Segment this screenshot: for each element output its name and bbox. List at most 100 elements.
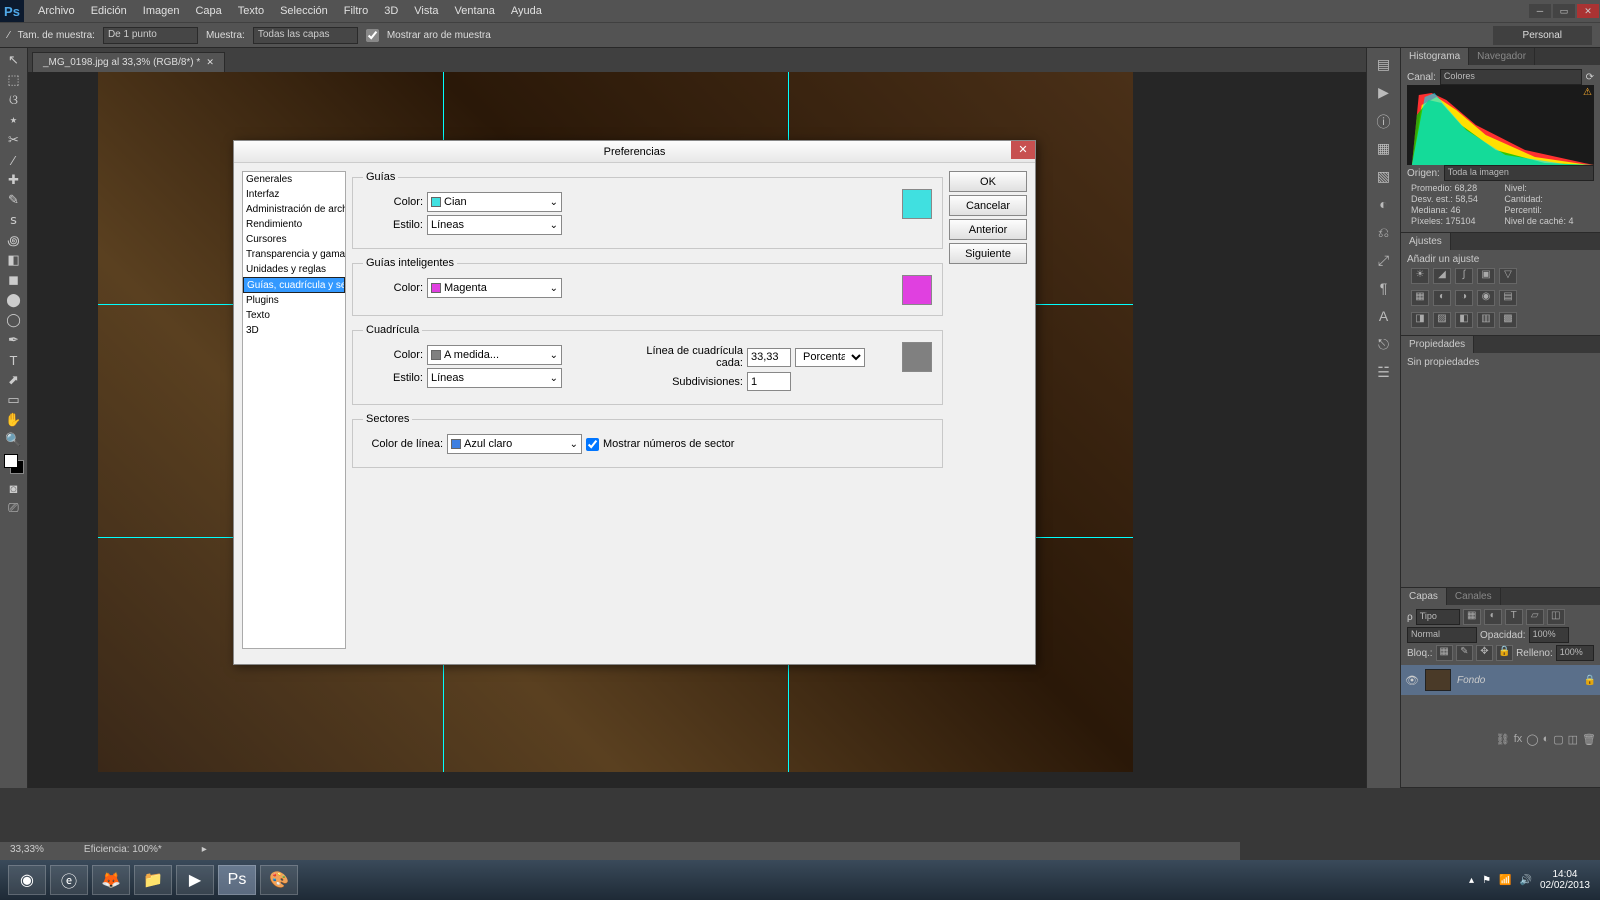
menu-ayuda[interactable]: Ayuda: [503, 5, 550, 17]
canal-select[interactable]: Colores: [1440, 69, 1582, 85]
path-tool-icon[interactable]: ⬈: [2, 370, 26, 390]
filter-text-icon[interactable]: T: [1505, 609, 1523, 625]
info-icon[interactable]: ⓘ: [1374, 112, 1394, 132]
side-cursores[interactable]: Cursores: [243, 232, 345, 247]
adj-photo-icon[interactable]: ◉: [1477, 290, 1495, 306]
side-unidades[interactable]: Unidades y reglas: [243, 262, 345, 277]
taskbar-media-icon[interactable]: ▶: [176, 865, 214, 895]
grid-unit-select[interactable]: Porcentaje: [795, 348, 865, 367]
menu-ventana[interactable]: Ventana: [447, 5, 503, 17]
quickmask-icon[interactable]: ◙: [2, 478, 26, 498]
mask-icon[interactable]: ◯: [1526, 733, 1538, 746]
wand-tool-icon[interactable]: ⭑: [2, 110, 26, 130]
adj-gradient-icon[interactable]: ▥: [1477, 312, 1495, 328]
tray-flag-icon[interactable]: ⚑: [1482, 875, 1491, 886]
opt-muestra-select[interactable]: Todas las capas: [253, 27, 358, 44]
channels-icon[interactable]: ⎌: [1374, 224, 1394, 244]
menu-capa[interactable]: Capa: [187, 5, 229, 17]
side-plugins[interactable]: Plugins: [243, 293, 345, 308]
taskbar-ie-icon[interactable]: ⓔ: [50, 865, 88, 895]
start-button[interactable]: ◉: [8, 865, 46, 895]
lasso-tool-icon[interactable]: ଓ: [2, 90, 26, 110]
color-swatches[interactable]: [4, 454, 24, 474]
new-layer-icon[interactable]: ◫: [1568, 733, 1578, 746]
brush-tool-icon[interactable]: ✎: [2, 190, 26, 210]
smart-preview[interactable]: [902, 275, 932, 305]
color-icon[interactable]: ▧: [1374, 168, 1394, 188]
workspace-switcher[interactable]: Personal: [1493, 26, 1592, 45]
zoom-tool-icon[interactable]: 🔍: [2, 430, 26, 450]
window-minimize[interactable]: ─: [1529, 4, 1551, 18]
tab-histograma[interactable]: Histograma: [1401, 48, 1469, 65]
gradient-tool-icon[interactable]: ◼: [2, 270, 26, 290]
guias-color-select[interactable]: Cian: [427, 192, 562, 212]
adj-levels-icon[interactable]: ◢: [1433, 268, 1451, 284]
stamp-tool-icon[interactable]: ꜱ: [2, 210, 26, 230]
fx-icon[interactable]: fx: [1514, 733, 1523, 746]
side-3d[interactable]: 3D: [243, 323, 345, 338]
fill-input[interactable]: 100%: [1556, 645, 1594, 661]
guias-preview[interactable]: [902, 189, 932, 219]
side-texto[interactable]: Texto: [243, 308, 345, 323]
styles-icon[interactable]: ◐: [1374, 196, 1394, 216]
grid-preview[interactable]: [902, 342, 932, 372]
adjustment-icon[interactable]: ◐: [1543, 733, 1550, 746]
taskbar-explorer-icon[interactable]: 📁: [134, 865, 172, 895]
layer-row-fondo[interactable]: 👁 Fondo 🔒: [1401, 665, 1600, 695]
grid-estilo-select[interactable]: Líneas: [427, 368, 562, 388]
filter-pixel-icon[interactable]: ▦: [1463, 609, 1481, 625]
ok-button[interactable]: OK: [949, 171, 1027, 192]
menu-filtro[interactable]: Filtro: [336, 5, 376, 17]
prev-button[interactable]: Anterior: [949, 219, 1027, 240]
crop-tool-icon[interactable]: ✂: [2, 130, 26, 150]
status-chevron-icon[interactable]: ▸: [202, 844, 207, 858]
opacity-input[interactable]: 100%: [1529, 627, 1569, 643]
tab-navegador[interactable]: Navegador: [1469, 48, 1535, 65]
tray-clock[interactable]: 14:0402/02/2013: [1540, 869, 1590, 891]
menu-vista[interactable]: Vista: [406, 5, 446, 17]
eyedropper-icon[interactable]: ⁄: [8, 30, 10, 41]
lock-paint-icon[interactable]: ✎: [1456, 645, 1473, 661]
guias-estilo-select[interactable]: Líneas: [427, 215, 562, 235]
grid-sub-input[interactable]: [747, 372, 791, 391]
adj-bw-icon[interactable]: ◑: [1455, 290, 1473, 306]
grid-color-select[interactable]: A medida...: [427, 345, 562, 365]
filter-smart-icon[interactable]: ◫: [1547, 609, 1565, 625]
adj-mixer-icon[interactable]: ▤: [1499, 290, 1517, 306]
layer-thumbnail[interactable]: [1425, 669, 1451, 691]
side-guias[interactable]: Guías, cuadrícula y sectores: [243, 277, 345, 293]
side-transparencia[interactable]: Transparencia y gama: [243, 247, 345, 262]
type-tool-icon[interactable]: T: [2, 350, 26, 370]
dialog-close-button[interactable]: ✕: [1011, 141, 1035, 159]
marquee-tool-icon[interactable]: ⬚: [2, 70, 26, 90]
glyphs-icon[interactable]: ⎋: [1374, 336, 1394, 356]
taskbar-paint-icon[interactable]: 🎨: [260, 865, 298, 895]
dodge-tool-icon[interactable]: ◯: [2, 310, 26, 330]
group-icon[interactable]: ▢: [1553, 733, 1563, 746]
link-icon[interactable]: ⛓: [1496, 733, 1510, 746]
menu-3d[interactable]: 3D: [376, 5, 406, 17]
filter-adj-icon[interactable]: ◐: [1484, 609, 1502, 625]
tab-propiedades[interactable]: Propiedades: [1401, 336, 1474, 353]
slices-show-check[interactable]: [586, 438, 599, 451]
paths-icon[interactable]: ⤢: [1374, 252, 1394, 272]
tab-capas[interactable]: Capas: [1401, 588, 1447, 605]
taskbar-firefox-icon[interactable]: 🦊: [92, 865, 130, 895]
tray-chevron-icon[interactable]: ▴: [1469, 875, 1474, 886]
tray-volume-icon[interactable]: 🔊: [1519, 875, 1531, 886]
eraser-tool-icon[interactable]: ◧: [2, 250, 26, 270]
trash-icon[interactable]: 🗑: [1582, 733, 1596, 746]
lock-all-icon[interactable]: 🔒: [1496, 645, 1513, 661]
adj-curves-icon[interactable]: ∫: [1455, 268, 1473, 284]
side-rendimiento[interactable]: Rendimiento: [243, 217, 345, 232]
hand-tool-icon[interactable]: ✋: [2, 410, 26, 430]
blur-tool-icon[interactable]: ⬤: [2, 290, 26, 310]
adj-threshold-icon[interactable]: ◧: [1455, 312, 1473, 328]
cancel-button[interactable]: Cancelar: [949, 195, 1027, 216]
actions-play-icon[interactable]: ▶: [1374, 84, 1394, 104]
lock-pos-icon[interactable]: ✥: [1476, 645, 1493, 661]
pen-tool-icon[interactable]: ✒: [2, 330, 26, 350]
grid-every-input[interactable]: [747, 348, 791, 367]
tray-network-icon[interactable]: 📶: [1499, 875, 1511, 886]
history-brush-icon[interactable]: ꩜: [2, 230, 26, 250]
